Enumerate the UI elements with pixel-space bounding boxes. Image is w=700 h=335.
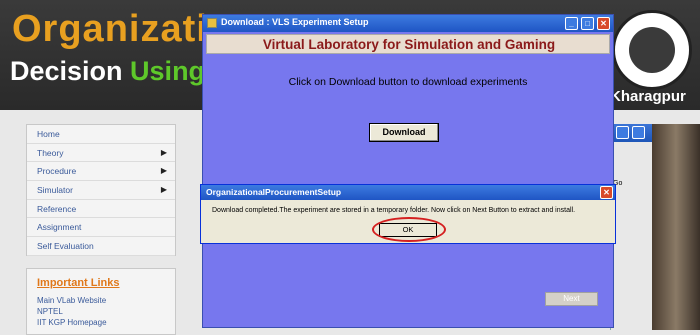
sidebar-item-label: Home	[37, 129, 60, 139]
window-title: Download : VLS Experiment Setup	[221, 17, 369, 27]
ok-button[interactable]: OK	[379, 223, 437, 237]
sidebar-item-label: Theory	[37, 147, 64, 158]
sidebar-item-label: Reference	[37, 203, 77, 214]
sidebar-item-label: Procedure	[37, 166, 77, 177]
sidebar-item-simulator[interactable]: Simulator ▶	[27, 181, 175, 200]
app-icon	[207, 18, 217, 28]
message-box-close-icon[interactable]: ✕	[600, 186, 613, 199]
link-iitkgp[interactable]: IIT KGP Homepage	[37, 317, 165, 328]
sidebar-item-assignment[interactable]: Assignment	[27, 218, 175, 238]
link-nptel[interactable]: NPTEL	[37, 306, 165, 317]
heading-text: Virtual Laboratory for Simulation and Ga…	[262, 37, 556, 52]
message-box: OrganizationalProcurementSetup ✕ Downloa…	[200, 184, 616, 244]
background-window-restore-button[interactable]	[616, 126, 629, 139]
heading-banner: Virtual Laboratory for Simulation and Ga…	[206, 34, 610, 54]
link-main-vlab[interactable]: Main VLab Website	[37, 295, 165, 306]
sidebar-item-label: Simulator	[37, 185, 73, 196]
chevron-right-icon: ▶	[160, 185, 167, 195]
message-text: Download completed.The experiment are st…	[212, 207, 576, 214]
sidebar-nav: Home Theory ▶ Procedure ▶ Simulator ▶ Reference…	[26, 124, 176, 256]
important-links-title: Important Links	[37, 277, 120, 289]
site-title-line2-b: Using	[130, 56, 206, 86]
close-icon[interactable]: ✕	[597, 17, 610, 30]
logo-emblem	[629, 27, 675, 73]
institute-logo	[612, 10, 692, 90]
background-window	[610, 124, 652, 330]
background-window-close-button[interactable]	[632, 126, 645, 139]
maximize-icon[interactable]: □	[581, 17, 594, 30]
important-links-panel: Important Links Main VLab Website NPTEL …	[26, 268, 176, 335]
site-title-line2: Decision Using	[10, 56, 205, 87]
sidebar-item-theory[interactable]: Theory ▶	[27, 144, 175, 163]
sidebar-item-reference[interactable]: Reference	[27, 200, 175, 219]
sidebar-item-label: Assignment	[37, 222, 82, 233]
download-window: Download : VLS Experiment Setup _ □ ✕ Vi…	[202, 14, 614, 328]
instruction-text: Click on Download button to download exp…	[288, 76, 528, 88]
message-box-title: OrganizationalProcurementSetup	[206, 187, 342, 197]
sidebar-item-label: Self Evaluation	[37, 241, 94, 252]
sidebar-item-self-evaluation[interactable]: Self Evaluation	[27, 237, 175, 256]
chevron-right-icon: ▶	[160, 147, 167, 157]
sidebar-item-procedure[interactable]: Procedure ▶	[27, 162, 175, 182]
chevron-right-icon: ▶	[160, 166, 167, 176]
sidebar-item-home[interactable]: Home	[27, 125, 175, 144]
site-title-line1: Organizatio	[12, 8, 233, 50]
message-box-titlebar: OrganizationalProcurementSetup ✕	[201, 185, 615, 200]
site-title-line2-a: Decision	[10, 56, 131, 86]
minimize-icon[interactable]: _	[565, 17, 578, 30]
next-button[interactable]: Next	[545, 292, 598, 306]
background-window-titlebar	[610, 124, 652, 142]
download-button[interactable]: Download	[369, 123, 439, 142]
institute-name: Kharagpur	[610, 88, 686, 105]
background-photo	[652, 124, 700, 330]
window-titlebar: Download : VLS Experiment Setup _ □ ✕	[203, 15, 613, 32]
